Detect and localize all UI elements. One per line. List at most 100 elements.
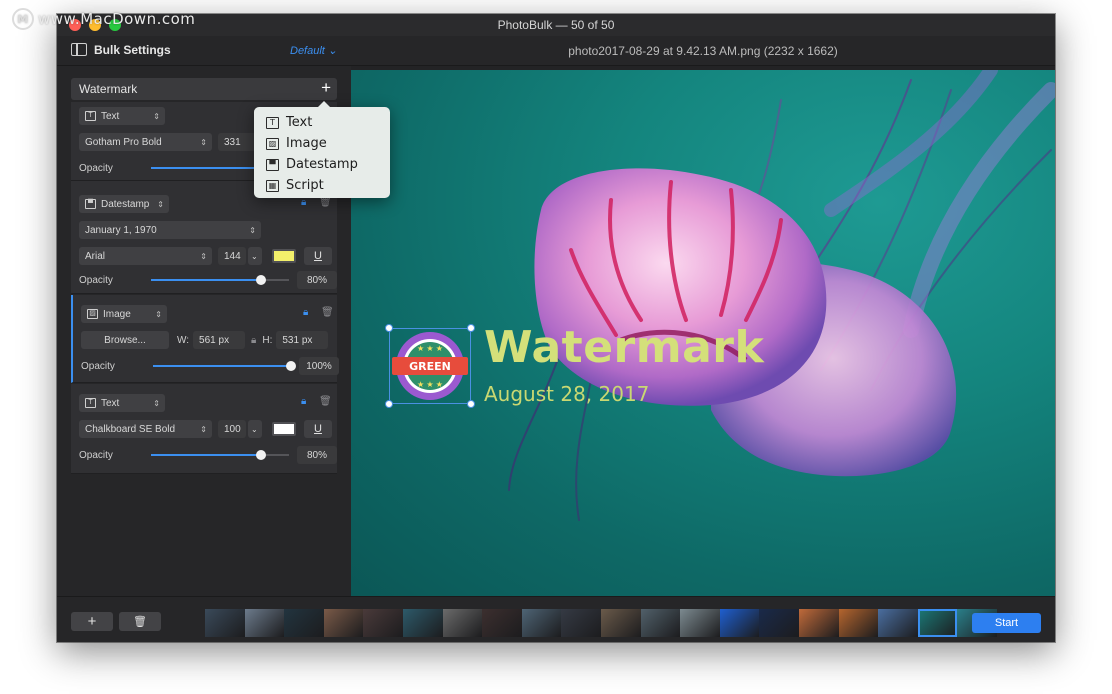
thumbnail[interactable]	[284, 609, 324, 637]
thumbnail[interactable]	[323, 609, 364, 637]
thumbnail[interactable]	[244, 609, 285, 637]
green-badge-image: GREEN ★ ★ ★ ★ ★ ★	[392, 332, 468, 400]
menu-item-label: Image	[286, 136, 327, 151]
opacity-slider-fill	[151, 167, 262, 169]
type-popup[interactable]: ▀ Datestamp ⇕	[79, 195, 169, 213]
lock-icon[interactable]: 🔒︎	[301, 396, 306, 407]
aspect-lock-icon[interactable]: 🔒︎	[251, 335, 256, 346]
menu-item-label: Text	[286, 115, 313, 130]
thumbnail[interactable]	[838, 609, 879, 637]
trash-icon: 🗑︎	[133, 616, 147, 628]
width-value: 561 px	[199, 334, 230, 346]
thumbnail[interactable]	[482, 609, 522, 637]
browse-button[interactable]: Browse...	[81, 331, 169, 349]
width-field[interactable]: 561 px	[193, 331, 246, 349]
thumbnail[interactable]	[917, 609, 958, 637]
opacity-slider[interactable]	[153, 361, 296, 371]
datestamp-overlay[interactable]: August 28, 2017	[484, 382, 649, 406]
trash-icon[interactable]: 🗑︎	[321, 307, 334, 318]
thumbnail[interactable]	[640, 609, 681, 637]
color-swatch[interactable]	[272, 249, 296, 263]
font-size-field[interactable]: 144	[218, 247, 246, 265]
sidebar-toggle-icon[interactable]	[71, 43, 87, 56]
font-size-dropdown[interactable]: ⌄	[248, 420, 262, 438]
opacity-slider[interactable]	[151, 275, 289, 285]
font-popup[interactable]: Arial ⇕	[79, 247, 212, 265]
thumbnail[interactable]	[205, 609, 245, 637]
thumbnail[interactable]	[402, 609, 443, 637]
thumbnail[interactable]	[680, 609, 720, 637]
type-popup[interactable]: ▨ Image ⇕	[81, 305, 167, 323]
height-field[interactable]: 531 px	[276, 331, 329, 349]
lock-icon[interactable]: 🔒︎	[301, 197, 306, 208]
image-type-icon: ▨	[266, 137, 279, 150]
type-label: Text	[101, 110, 120, 122]
resize-handle-nw[interactable]	[385, 324, 393, 332]
underline-button[interactable]: U	[304, 420, 332, 438]
date-format-popup[interactable]: January 1, 1970 ⇕	[79, 221, 261, 239]
thumbnail[interactable]	[759, 609, 799, 637]
image-watermark-selection[interactable]: GREEN ★ ★ ★ ★ ★ ★	[385, 324, 475, 408]
opacity-label: Opacity	[79, 274, 113, 286]
lock-icon[interactable]: 🔒︎	[303, 307, 308, 318]
height-label: H:	[262, 334, 273, 346]
thumbnail[interactable]	[878, 609, 918, 637]
thumbnail[interactable]	[600, 609, 641, 637]
image-type-icon: ▨	[87, 309, 98, 319]
thumbnail[interactable]	[719, 609, 760, 637]
toolbar: Bulk Settings Default ⌄ photo2017-08-29 …	[57, 36, 1055, 66]
color-swatch[interactable]	[272, 422, 296, 436]
thumbnail[interactable]	[442, 609, 483, 637]
trash-icon[interactable]: 🗑︎	[319, 396, 332, 407]
opacity-value-field[interactable]: 100%	[299, 357, 339, 375]
opacity-label: Opacity	[79, 449, 113, 461]
font-popup[interactable]: Chalkboard SE Bold ⇕	[79, 420, 212, 438]
font-size-field[interactable]: 100	[218, 420, 246, 438]
font-size-field[interactable]: 331	[218, 133, 258, 151]
font-size-dropdown[interactable]: ⌄	[248, 247, 262, 265]
thumbnail[interactable]	[561, 609, 601, 637]
font-popup[interactable]: Gotham Pro Bold ⇕	[79, 133, 212, 151]
opacity-value-field[interactable]: 80%	[297, 446, 337, 464]
opacity-slider-fill	[151, 454, 262, 456]
menu-item-text[interactable]: T Text	[254, 112, 390, 133]
popup-arrows-icon: ⇕	[200, 424, 207, 434]
type-popup[interactable]: T Text ⇕	[79, 107, 165, 125]
resize-handle-se[interactable]	[467, 400, 475, 408]
calendar-icon: ▀	[85, 199, 96, 209]
underline-button[interactable]: U	[304, 247, 332, 265]
type-label: Text	[101, 397, 120, 409]
watermark-section-header: Watermark +	[71, 78, 337, 100]
opacity-slider[interactable]	[151, 450, 289, 460]
popup-arrows-icon: ⇕	[153, 111, 160, 121]
font-label: Chalkboard SE Bold	[85, 423, 176, 435]
watermark-text-overlay[interactable]: Watermark	[484, 322, 764, 373]
image-preview-canvas[interactable]: GREEN ★ ★ ★ ★ ★ ★ Watermark August 28, 2…	[351, 70, 1055, 596]
popup-arrows-icon: ⇕	[155, 309, 162, 319]
add-image-button[interactable]: +	[71, 612, 113, 631]
thumbnail[interactable]	[363, 609, 403, 637]
menu-item-script[interactable]: ▦ Script	[254, 175, 390, 196]
resize-handle-ne[interactable]	[467, 324, 475, 332]
chevron-down-icon: ⌄	[251, 424, 258, 434]
type-label: Datestamp	[101, 198, 150, 210]
thumbnail[interactable]	[521, 609, 562, 637]
opacity-label: Opacity	[81, 360, 115, 372]
trash-icon[interactable]: 🗑︎	[319, 197, 332, 208]
menu-item-image[interactable]: ▨ Image	[254, 133, 390, 154]
preset-selector[interactable]: Default ⌄	[290, 44, 337, 57]
opacity-slider-knob[interactable]	[256, 275, 267, 285]
thumbnail[interactable]	[798, 609, 839, 637]
add-watermark-button[interactable]: +	[321, 79, 331, 97]
type-popup[interactable]: T Text ⇕	[79, 394, 165, 412]
opacity-slider-knob[interactable]	[256, 450, 267, 460]
resize-handle-sw[interactable]	[385, 400, 393, 408]
remove-image-button[interactable]: 🗑︎	[119, 612, 161, 631]
calendar-icon: ▀	[266, 158, 279, 171]
menu-item-datestamp[interactable]: ▀ Datestamp	[254, 154, 390, 175]
opacity-slider-knob[interactable]	[286, 361, 296, 371]
chevron-down-icon: ⌄	[327, 45, 338, 57]
opacity-value-field[interactable]: 80%	[297, 271, 337, 289]
popup-arrows-icon: ⇕	[200, 251, 207, 261]
start-button[interactable]: Start	[972, 613, 1041, 633]
